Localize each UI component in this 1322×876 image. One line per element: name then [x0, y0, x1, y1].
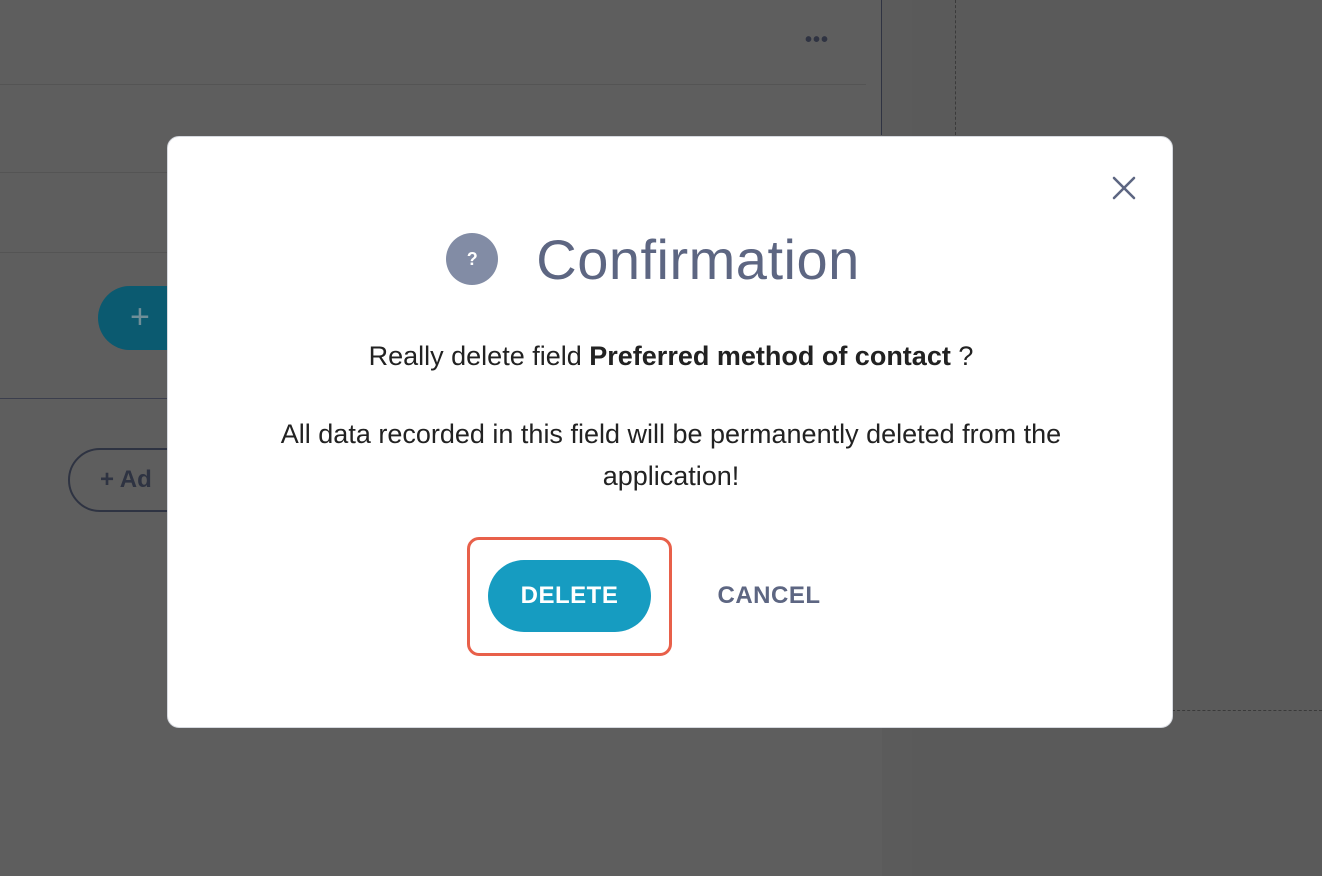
background-dashed-line-horizontal	[1172, 710, 1322, 711]
question-icon: ?	[446, 233, 499, 285]
message-prefix: Really delete field	[368, 341, 590, 371]
warning-message: All data recorded in this field will be …	[280, 419, 1062, 491]
close-icon[interactable]	[1108, 172, 1140, 204]
delete-button[interactable]: DELETE	[488, 560, 651, 632]
background-row-divider	[0, 84, 866, 85]
background-divider	[881, 0, 882, 135]
cancel-button[interactable]: CANCEL	[704, 560, 834, 632]
confirmation-message: Really delete field Preferred method of …	[168, 341, 1174, 372]
confirmation-dialog: ? Confirmation Really delete field Prefe…	[167, 136, 1173, 728]
dialog-title: Confirmation	[536, 227, 860, 291]
more-options-icon: •••	[804, 29, 829, 51]
dialog-header: ? Confirmation	[168, 223, 1174, 295]
field-name: Preferred method of contact	[589, 341, 951, 371]
message-suffix: ?	[950, 341, 974, 371]
background-dashed-line-vertical	[955, 0, 956, 135]
